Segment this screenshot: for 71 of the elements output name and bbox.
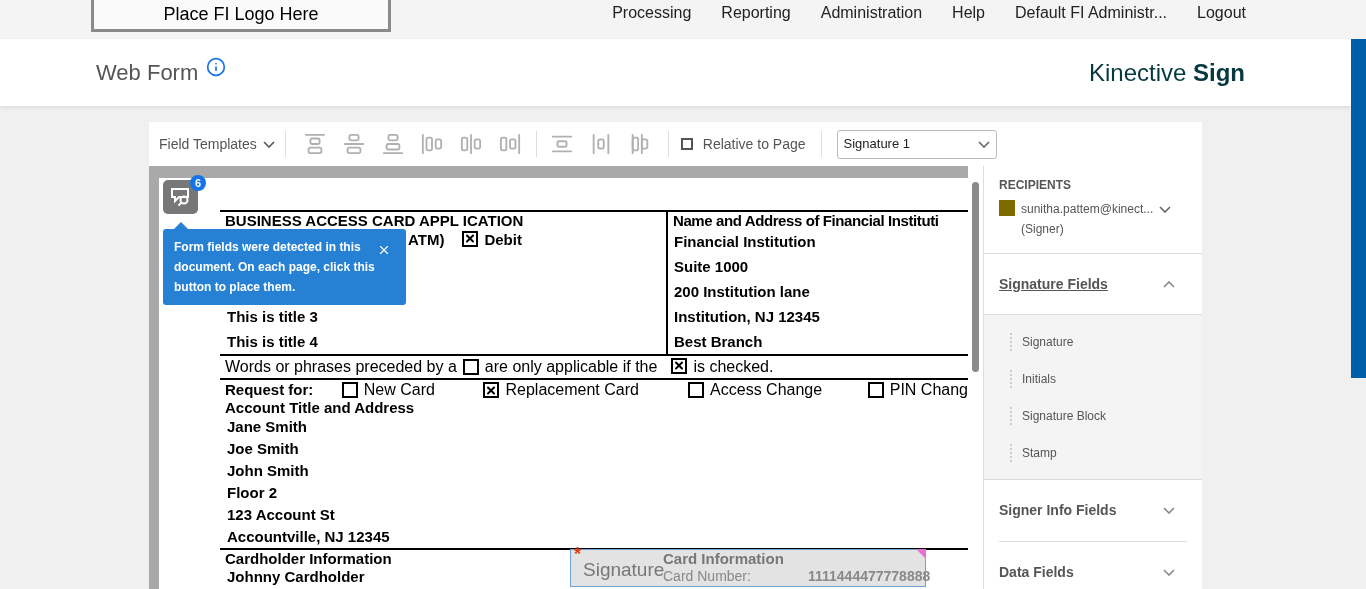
page-title: Web Form [96,59,199,87]
required-mark: * [574,547,581,561]
nav-link[interactable]: Logout [1197,1,1246,25]
accordion-header[interactable]: Signer Info Fields [984,480,1202,541]
align-bottom-icon [382,133,405,155]
document-text: Financial Institution [674,232,817,252]
count-badge: 6 [190,175,206,191]
nav-link[interactable]: Reporting [721,1,791,25]
relative-to-page-checkbox[interactable]: Relative to Page [680,133,806,155]
document-text: Joe Smith [227,439,300,459]
signature-select[interactable]: Signature 1 [836,129,997,159]
field-item[interactable]: Signature [984,323,1202,360]
document-text: Replacement Card [505,380,639,400]
document-heading: Account Title and Address [225,400,416,416]
document-text: Debit [484,229,522,250]
nav-link[interactable]: Processing [612,1,692,25]
document-heading: Card Information [663,550,784,567]
document-text: ATM) [408,229,445,250]
document-heading: Cardholder Information [225,550,392,568]
close-icon[interactable] [377,243,391,257]
info-icon[interactable] [206,56,227,77]
corner-marker-icon [916,549,926,559]
document-text: This is title 3 [227,307,319,327]
document-heading: Name and Address of Financial Instituti [673,212,939,229]
document-text: Request for: [225,379,315,400]
chevron-down-icon [1163,507,1175,514]
document-text: Jane Smith [227,417,309,437]
document-text: This is title 4 [227,332,319,352]
tooltip-message: Form fields were detected in this document. On each page, click this button to place them. [174,239,376,296]
document-text: Card Number: [663,568,752,585]
field-item[interactable]: Signature Block [984,397,1202,434]
field-item[interactable]: Stamp [984,434,1202,471]
nav-link[interactable]: Help [952,1,985,25]
nav-link[interactable]: Administration [820,1,923,25]
document-text: are only applicable if the [484,357,658,377]
distribute-vertical-icon [551,133,574,155]
document-text: Words or phrases preceded by a [225,357,457,377]
section-heading: RECIPIENTS [999,177,1072,194]
align-left-icon [421,133,444,155]
chat-search-icon [169,187,192,207]
document-text: is checked. [693,357,774,377]
align-middle-icon [343,133,366,155]
field-item[interactable]: Initials [984,360,1202,397]
document-text: 123 Account St [227,505,336,525]
document-heading: BUSINESS ACCESS CARD APPL ICATION [225,212,525,229]
chevron-down-icon [1163,569,1175,576]
recipient-select[interactable]: sunitha.pattem@kinect... (Signer) [999,199,1172,239]
accordion-header[interactable]: Data Fields [984,542,1202,589]
document-text: Floor 2 [227,483,278,503]
align-center-icon [460,133,483,155]
document-text: Institution, NJ 12345 [674,307,821,327]
logo-placeholder-text: Place FI Logo Here [163,3,319,26]
align-top-icon [304,133,327,155]
chevron-up-icon [1163,280,1175,288]
field-label: Signature [583,559,665,580]
nav-link[interactable]: Default FI Administr... [1015,1,1168,25]
document-text: Access Change [710,380,823,400]
document-text: Johnny Cardholder [227,568,365,585]
document-text: New Card [363,380,435,400]
document-text: John Smith [227,461,310,481]
document-text: PIN Chang [889,380,968,400]
document-text: Accountville, NJ 12345 [227,527,391,547]
field-templates-menu[interactable]: Field Templates [159,133,275,155]
caret-icon [977,140,990,148]
document-text: 200 Institution lane [674,282,811,302]
caret-icon [1159,206,1172,213]
document-text: Best Branch [674,332,764,352]
brand-logo: Kinective Sign [1088,57,1245,88]
caret-icon [262,140,275,148]
align-right-icon [499,133,522,155]
document-text: Suite 1000 [674,257,750,277]
